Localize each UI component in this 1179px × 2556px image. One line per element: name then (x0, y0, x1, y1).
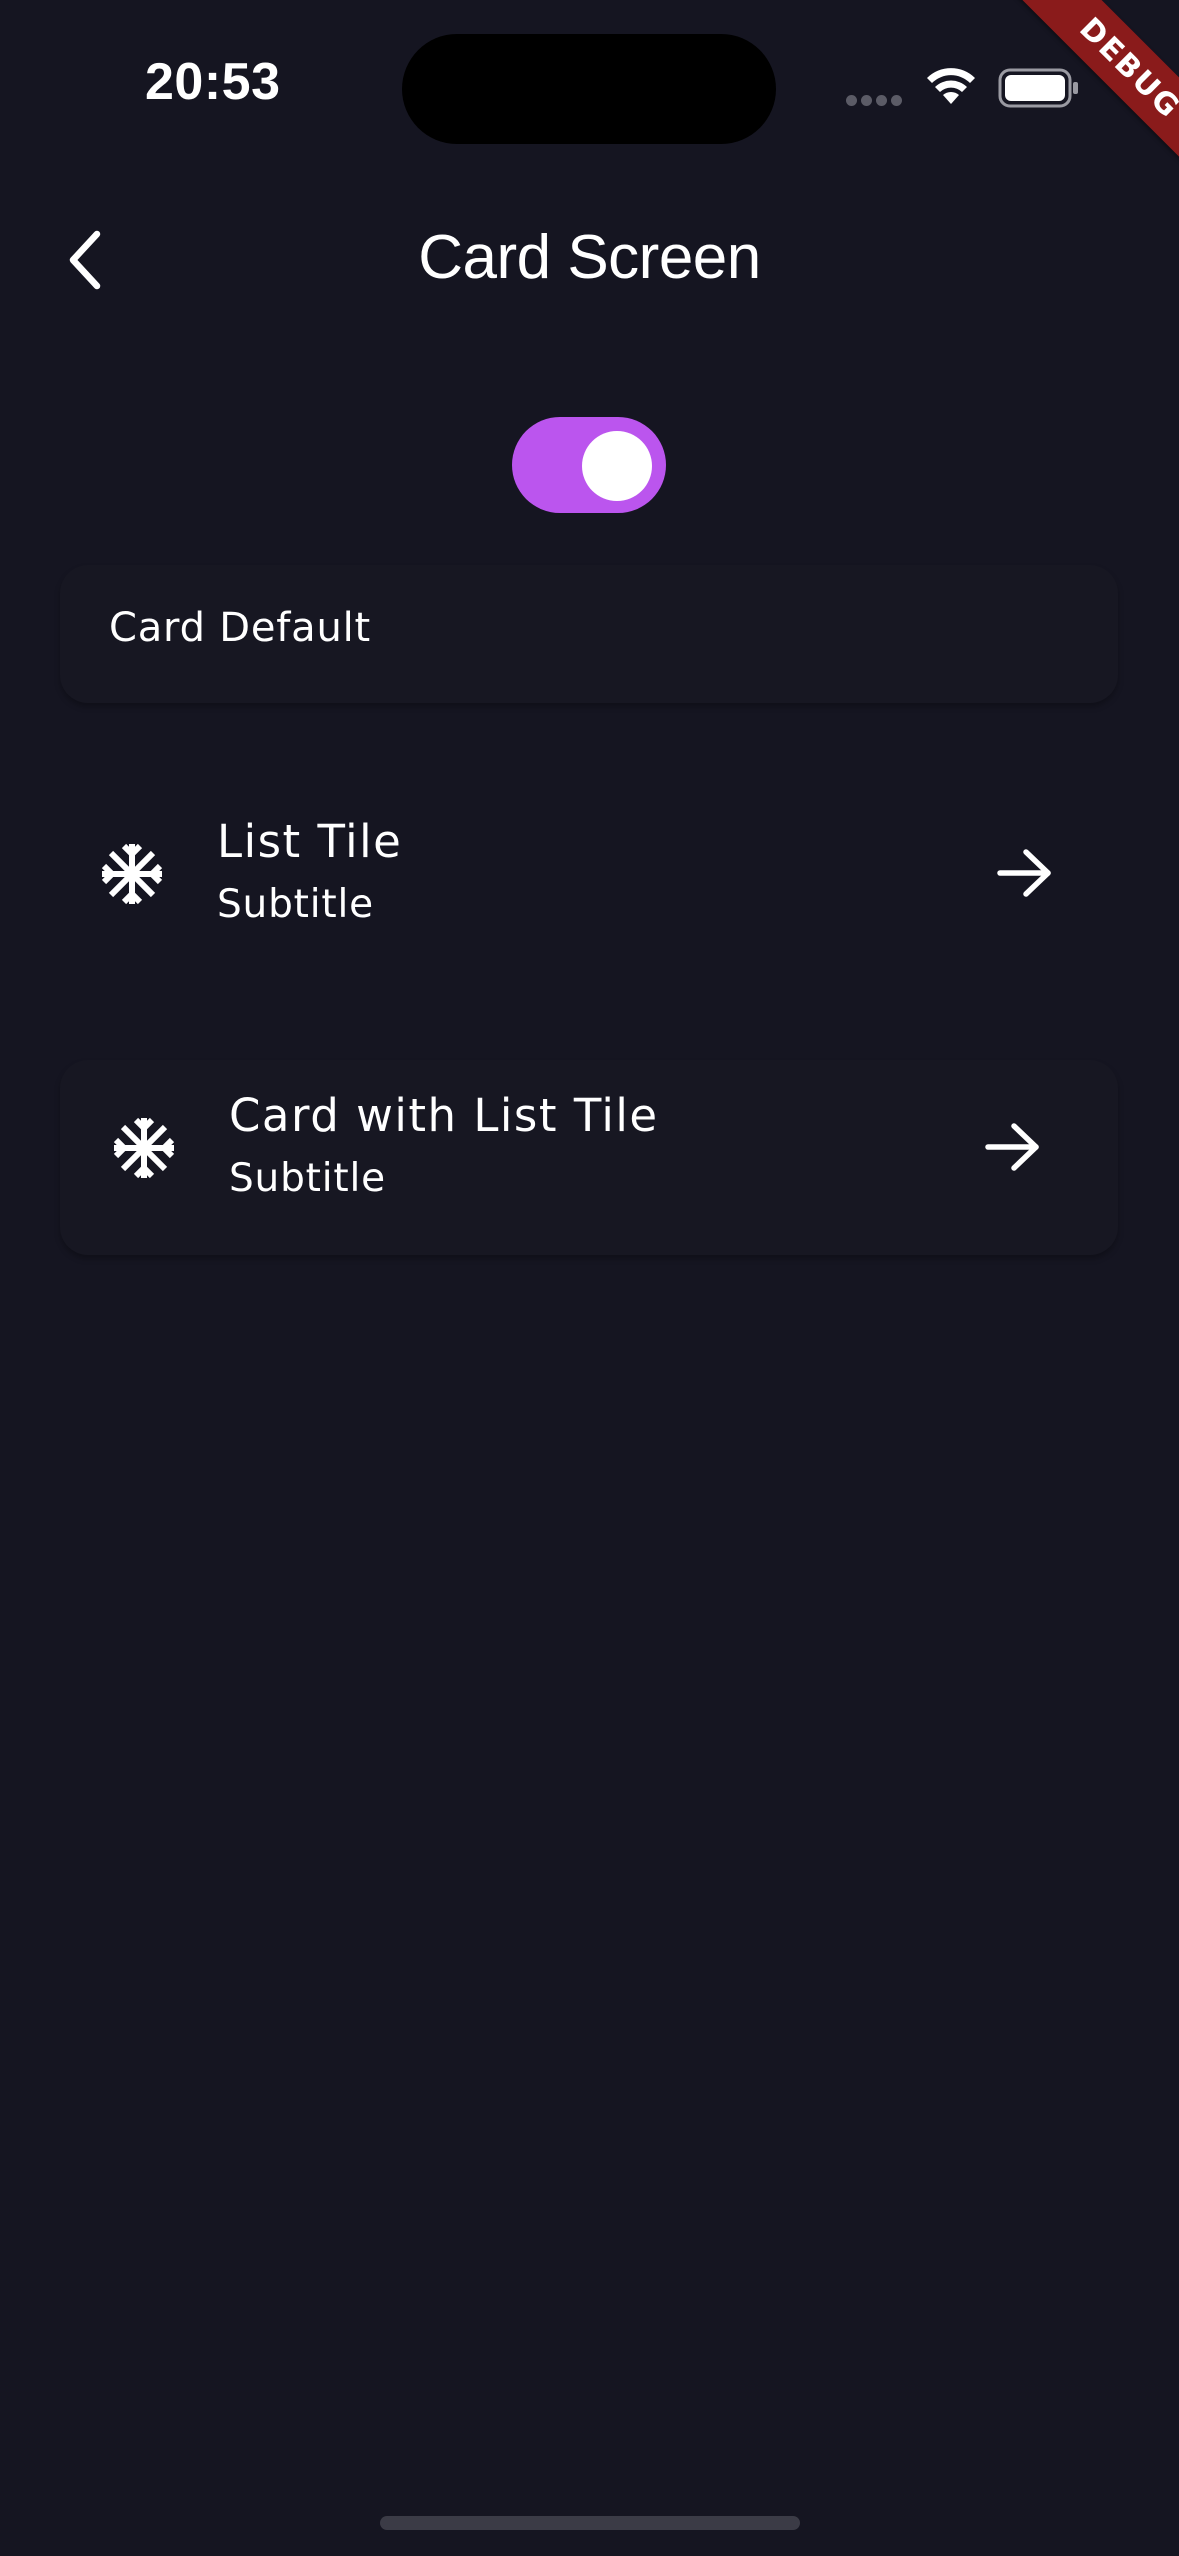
snowflake-icon (101, 843, 163, 905)
page-title: Card Screen (418, 223, 761, 292)
arrow-right-icon (985, 1123, 1039, 1171)
toggle-switch[interactable] (512, 417, 666, 513)
dynamic-island (402, 34, 776, 144)
cellular-signal-icon (846, 95, 904, 107)
card-with-list-tile[interactable]: Card with List Tile Subtitle (60, 1060, 1118, 1255)
card-list-tile-title: Card with List Tile (229, 1089, 659, 1142)
snowflake-icon (113, 1117, 175, 1179)
status-time: 20:53 (145, 53, 281, 111)
list-tile[interactable]: List Tile Subtitle (60, 790, 1118, 960)
list-tile-subtitle: Subtitle (217, 882, 374, 927)
card-list-tile-subtitle: Subtitle (229, 1156, 386, 1201)
list-tile-title: List Tile (217, 815, 403, 868)
wifi-icon (927, 68, 975, 104)
switch-knob (582, 431, 652, 501)
card-default: Card Default (60, 565, 1118, 703)
card-default-label: Card Default (109, 605, 372, 651)
battery-icon (998, 68, 1078, 108)
arrow-right-icon (997, 849, 1051, 897)
home-indicator[interactable] (380, 2516, 800, 2530)
